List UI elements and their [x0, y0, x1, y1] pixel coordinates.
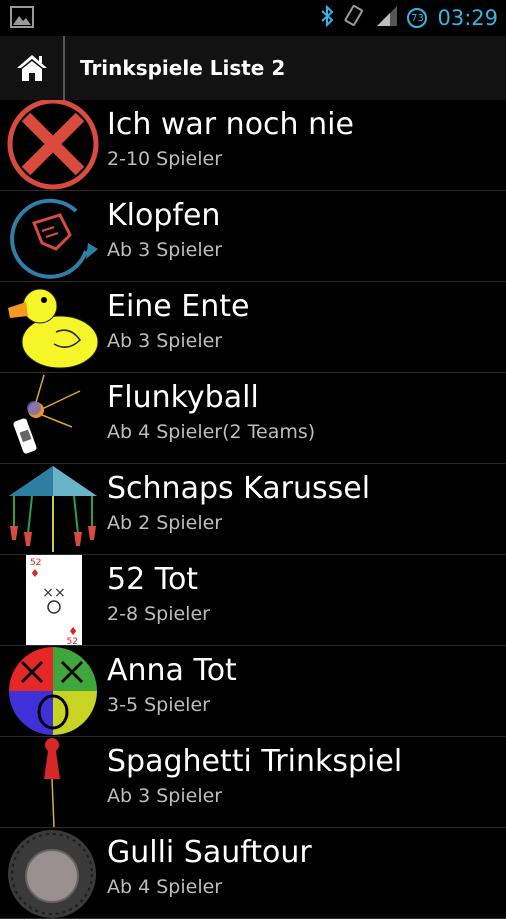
- player-count: Ab 2 Spieler: [107, 512, 223, 534]
- player-count: 2-8 Spieler: [107, 603, 210, 625]
- carousel-icon: [9, 466, 97, 552]
- action-bar-divider: [63, 36, 65, 100]
- game-name: Gulli Sauftour: [107, 835, 312, 870]
- manhole-icon: [8, 830, 96, 918]
- game-pawn-icon: [44, 738, 60, 827]
- rotation-icon: [343, 4, 367, 32]
- list-item[interactable]: Ich war noch nie 2-10 Spieler: [0, 100, 506, 191]
- player-count: 3-5 Spieler: [107, 694, 210, 716]
- game-name: Schnaps Karussel: [107, 471, 371, 506]
- status-bar: 73 03:29: [0, 0, 506, 36]
- game-name: Ich war noch nie: [107, 107, 354, 142]
- list-item[interactable]: Gulli Sauftour Ab 4 Spieler: [0, 828, 506, 919]
- list-item[interactable]: Anna Tot 3-5 Spieler: [0, 646, 506, 737]
- player-count: Ab 3 Spieler: [107, 330, 223, 352]
- playing-card-icon: 52 ♦ ×× ♦ 52: [26, 555, 82, 645]
- battery-icon: 73: [407, 8, 428, 28]
- red-x-circle-icon: [7, 100, 99, 190]
- player-count: Ab 3 Spieler: [107, 239, 223, 261]
- list-item[interactable]: Eine Ente Ab 3 Spieler: [0, 282, 506, 373]
- game-name: 52 Tot: [107, 562, 199, 597]
- card-face: ××: [42, 585, 65, 601]
- card-rank-bottom: 52: [67, 637, 78, 645]
- game-name: Eine Ente: [107, 289, 250, 324]
- home-button[interactable]: [0, 36, 64, 100]
- card-suit: ♦: [30, 567, 40, 580]
- duck-icon: [8, 288, 99, 369]
- game-name: Spaghetti Trinkspiel: [107, 744, 403, 779]
- home-icon: [17, 55, 47, 81]
- page-title: Trinkspiele Liste 2: [80, 56, 286, 80]
- player-count: Ab 4 Spieler(2 Teams): [107, 421, 316, 443]
- list-item[interactable]: Schnaps Karussel Ab 2 Spieler: [0, 464, 506, 555]
- player-count: 2-10 Spieler: [107, 148, 223, 170]
- action-bar: Trinkspiele Liste 2: [0, 36, 506, 100]
- ball-bottle-icon: [13, 374, 81, 454]
- list-item[interactable]: Flunkyball Ab 4 Spieler(2 Teams): [0, 373, 506, 464]
- player-count: Ab 4 Spieler: [107, 876, 223, 898]
- game-list: Ich war noch nie 2-10 Spieler Klopfen Ab…: [0, 100, 506, 919]
- game-name: Klopfen: [107, 198, 221, 233]
- color-circle-icon: [9, 647, 97, 735]
- list-item[interactable]: Klopfen Ab 3 Spieler: [0, 191, 506, 282]
- game-name: Flunkyball: [107, 380, 259, 415]
- list-item[interactable]: Spaghetti Trinkspiel Ab 3 Spieler: [0, 737, 506, 828]
- image-notification-icon: [10, 6, 34, 32]
- game-name: Anna Tot: [107, 653, 237, 688]
- knock-hand-icon: [10, 198, 98, 279]
- signal-icon: [375, 5, 399, 31]
- list-item[interactable]: 52 ♦ ×× ♦ 52 52 Tot 2-8 Spieler: [0, 555, 506, 646]
- player-count: Ab 3 Spieler: [107, 785, 223, 807]
- clock: 03:29: [437, 6, 498, 30]
- bluetooth-icon: [319, 4, 335, 32]
